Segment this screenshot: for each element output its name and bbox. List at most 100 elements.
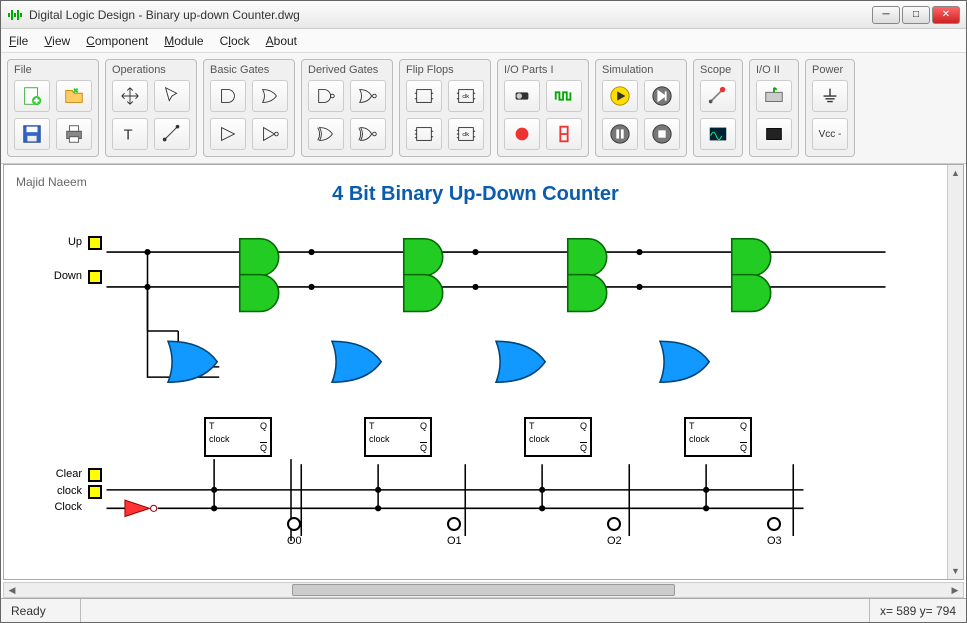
switch-tool[interactable] [504,80,540,112]
menu-component[interactable]: Component [86,34,148,48]
output-label-0: O0 [287,535,302,547]
jk-flipflop-tool[interactable] [406,118,442,150]
group-simulation: Simulation [595,59,687,157]
svg-text:T: T [124,128,133,144]
scroll-thumb[interactable] [292,584,676,596]
wire-tool[interactable] [154,118,190,150]
led-tool[interactable] [504,118,540,150]
group-label: Operations [112,64,190,76]
statusbar: Ready x= 589 y= 794 [1,598,966,622]
group-derived-gates: Derived Gates [301,59,393,157]
flipflop-1[interactable]: TQclockQ [364,417,432,457]
group-label: Flip Flops [406,64,484,76]
flipflop-0[interactable]: TQclockQ [204,417,272,457]
xor-gate-tool[interactable] [308,118,344,150]
status-ready: Ready [1,599,81,622]
new-file-button[interactable] [14,80,50,112]
not-gate-tool[interactable] [252,118,288,150]
play-button[interactable] [602,80,638,112]
menu-about[interactable]: About [266,34,297,48]
titlebar: Digital Logic Design - Binary up-down Co… [1,1,966,29]
port-up[interactable] [88,236,102,250]
display-tool[interactable] [756,118,792,150]
step-button[interactable] [644,80,680,112]
open-file-button[interactable] [56,80,92,112]
window-title: Digital Logic Design - Binary up-down Co… [29,8,872,22]
output-port-2[interactable] [607,517,621,531]
move-tool[interactable] [112,80,148,112]
output-label-1: O1 [447,535,462,547]
output-label-2: O2 [607,535,622,547]
nand-gate-tool[interactable] [308,80,344,112]
output-port-1[interactable] [447,517,461,531]
clock-signal-tool[interactable] [546,80,582,112]
sr-flipflop-tool[interactable]: clk [448,118,484,150]
pause-button[interactable] [602,118,638,150]
svg-text:clk: clk [462,94,469,100]
window-controls: ─ □ ✕ [872,6,960,24]
text-tool[interactable]: T [112,118,148,150]
svg-text:clk: clk [462,132,469,138]
print-button[interactable] [56,118,92,150]
port-clock[interactable] [88,485,102,499]
group-file: File [7,59,99,157]
keyboard-tool[interactable] [756,80,792,112]
nor-gate-tool[interactable] [350,80,386,112]
vertical-scrollbar[interactable] [947,165,963,579]
stop-button[interactable] [644,118,680,150]
menu-clock[interactable]: Clock [220,34,250,48]
buffer-gate-tool[interactable] [210,118,246,150]
menu-view[interactable]: View [44,34,70,48]
scope-tool[interactable] [700,118,736,150]
flipflop-2[interactable]: TQclockQ [524,417,592,457]
select-tool[interactable] [154,80,190,112]
group-label: I/O II [756,64,792,76]
minimize-button[interactable]: ─ [872,6,900,24]
and-gate-tool[interactable] [210,80,246,112]
d-flipflop-tool[interactable] [406,80,442,112]
maximize-button[interactable]: □ [902,6,930,24]
or-gate-tool[interactable] [252,80,288,112]
schematic-canvas[interactable]: Majid Naeem 4 Bit Binary Up-Down Counter [4,165,947,579]
save-button[interactable] [14,118,50,150]
menu-module[interactable]: Module [164,34,203,48]
group-flipflops: Flip Flops clk clk [399,59,491,157]
group-io1: I/O Parts I [497,59,589,157]
group-label: I/O Parts I [504,64,582,76]
label-down: Down [32,270,82,282]
output-port-0[interactable] [287,517,301,531]
schematic-svg [4,165,947,579]
horizontal-scrollbar[interactable] [3,582,964,598]
group-label: Basic Gates [210,64,288,76]
label-up: Up [32,236,82,248]
label-clock: Clock [32,501,82,513]
port-down[interactable] [88,270,102,284]
group-label: Power [812,64,848,76]
ground-tool[interactable] [812,80,848,112]
vcc-tool[interactable]: Vcc - [812,118,848,150]
group-scope: Scope [693,59,743,157]
not-gate [125,500,157,516]
close-button[interactable]: ✕ [932,6,960,24]
xnor-gate-tool[interactable] [350,118,386,150]
menu-file[interactable]: File [9,34,28,48]
canvas-area: Majid Naeem 4 Bit Binary Up-Down Counter [1,164,966,598]
toolbox: File Operations T Basic Gates [1,53,966,164]
probe-tool[interactable] [700,80,736,112]
group-basic-gates: Basic Gates [203,59,295,157]
canvas-viewport: Majid Naeem 4 Bit Binary Up-Down Counter [3,164,964,580]
seven-segment-tool[interactable] [546,118,582,150]
group-operations: Operations T [105,59,197,157]
group-power: Power Vcc - [805,59,855,157]
flipflop-3[interactable]: TQclockQ [684,417,752,457]
group-label: Scope [700,64,736,76]
output-port-3[interactable] [767,517,781,531]
app-window: Digital Logic Design - Binary up-down Co… [0,0,967,623]
group-label: File [14,64,92,76]
menubar: File View Component Module Clock About [1,29,966,53]
group-label: Simulation [602,64,680,76]
status-spacer [81,599,870,622]
port-clear[interactable] [88,468,102,482]
label-clear: Clear [32,468,82,480]
t-flipflop-tool[interactable]: clk [448,80,484,112]
